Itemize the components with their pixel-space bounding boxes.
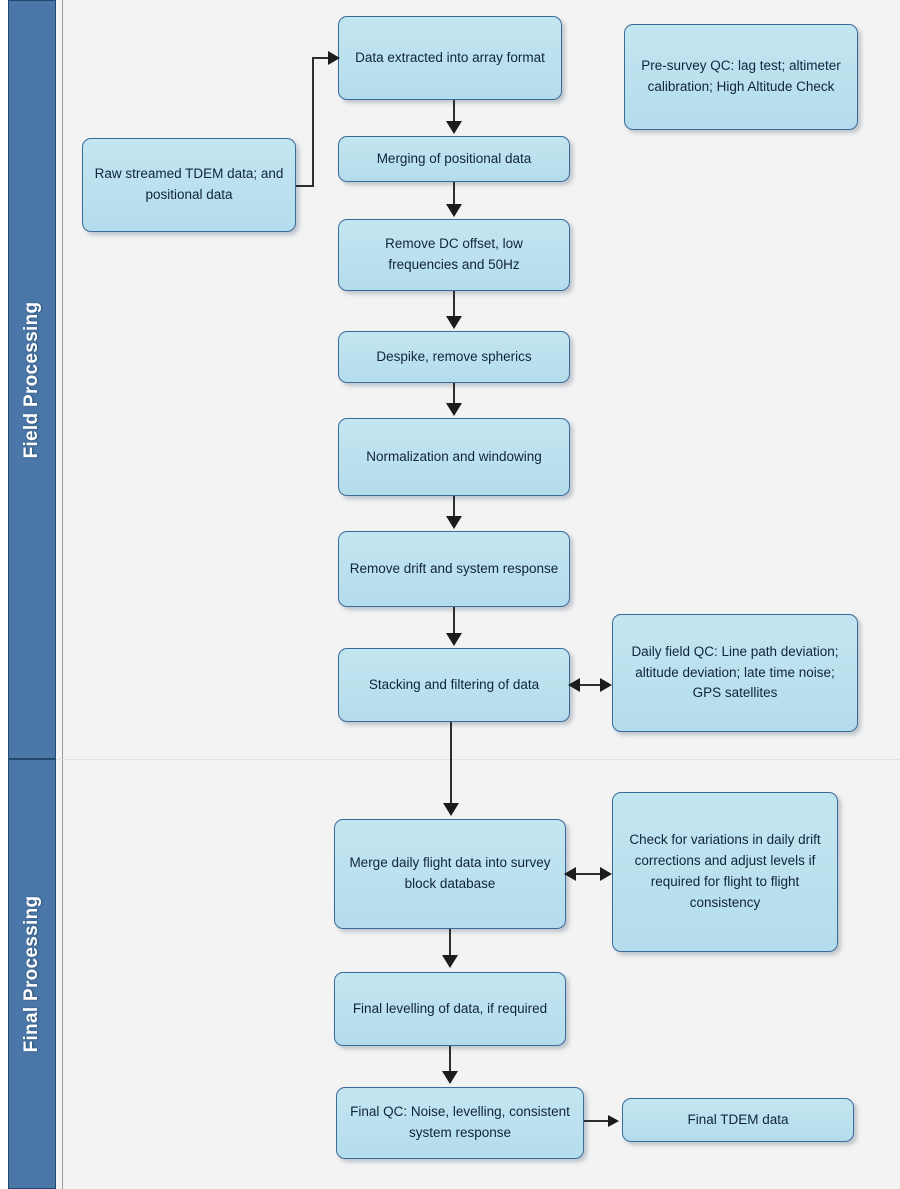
- node-stacking-and-filtering-of-data[interactable]: Stacking and filtering of data: [338, 648, 570, 722]
- connector-raw-to-extracted-v: [312, 57, 314, 187]
- lane-divider-horizontal: [56, 759, 900, 760]
- node-final-tdem-data[interactable]: Final TDEM data: [622, 1098, 854, 1142]
- node-final-qc-noise-levelling[interactable]: Final QC: Noise, levelling, consistent s…: [336, 1087, 584, 1159]
- connector-removedc-to-despike: [453, 291, 455, 317]
- lane-divider-vertical: [62, 0, 63, 1189]
- arrowhead-raw-to-extracted: [328, 51, 340, 65]
- swimlane-field-processing: Field Processing: [8, 0, 56, 759]
- arrowhead-extracted-to-merging: [446, 121, 462, 134]
- swimlane-label-field-processing: Field Processing: [21, 301, 42, 458]
- node-pre-survey-qc[interactable]: Pre-survey QC: lag test; altimeter calib…: [624, 24, 858, 130]
- node-remove-drift-and-system-response[interactable]: Remove drift and system response: [338, 531, 570, 607]
- connector-drift-to-stacking: [453, 607, 455, 635]
- connector-despike-to-normalization: [453, 383, 455, 405]
- node-daily-field-qc[interactable]: Daily field QC: Line path deviation; alt…: [612, 614, 858, 732]
- arrowhead-stacking-to-dailyqc: [600, 678, 612, 692]
- arrowhead-stacking-to-merge: [443, 803, 459, 816]
- connector-merge-to-levelling: [449, 929, 451, 957]
- node-raw-streamed-tdem-data[interactable]: Raw streamed TDEM data; and positional d…: [82, 138, 296, 232]
- arrowhead-dailyqc-to-stacking: [568, 678, 580, 692]
- connector-levelling-to-finalqc: [449, 1046, 451, 1073]
- arrowhead-merging-to-removedc: [446, 204, 462, 217]
- node-merge-daily-flight-data[interactable]: Merge daily flight data into survey bloc…: [334, 819, 566, 929]
- arrowhead-finalqc-to-finaltdem: [608, 1115, 619, 1127]
- arrowhead-merge-to-driftcheck: [600, 867, 612, 881]
- node-normalization-and-windowing[interactable]: Normalization and windowing: [338, 418, 570, 496]
- arrowhead-levelling-to-finalqc: [442, 1071, 458, 1084]
- connector-finalqc-to-finaltdem: [584, 1120, 610, 1122]
- connector-normalization-to-drift: [453, 496, 455, 518]
- connector-stacking-to-merge: [450, 722, 452, 804]
- node-merging-of-positional-data[interactable]: Merging of positional data: [338, 136, 570, 182]
- swimlane-label-final-processing: Final Processing: [21, 895, 42, 1053]
- arrowhead-driftcheck-to-merge: [564, 867, 576, 881]
- node-despike-remove-spherics[interactable]: Despike, remove spherics: [338, 331, 570, 383]
- connector-merging-to-removedc: [453, 182, 455, 205]
- flowchart-page: Field Processing Final Processing Data e…: [0, 0, 900, 1189]
- connector-extracted-to-merging: [453, 100, 455, 123]
- swimlane-final-processing: Final Processing: [8, 759, 56, 1189]
- node-final-levelling-of-data[interactable]: Final levelling of data, if required: [334, 972, 566, 1046]
- arrowhead-drift-to-stacking: [446, 633, 462, 646]
- arrowhead-removedc-to-despike: [446, 316, 462, 329]
- arrowhead-despike-to-normalization: [446, 403, 462, 416]
- arrowhead-normalization-to-drift: [446, 516, 462, 529]
- node-check-for-variations-in-daily-drift[interactable]: Check for variations in daily drift corr…: [612, 792, 838, 952]
- node-data-extracted-into-array-format[interactable]: Data extracted into array format: [338, 16, 562, 100]
- arrowhead-merge-to-levelling: [442, 955, 458, 968]
- node-remove-dc-offset[interactable]: Remove DC offset, low frequencies and 50…: [338, 219, 570, 291]
